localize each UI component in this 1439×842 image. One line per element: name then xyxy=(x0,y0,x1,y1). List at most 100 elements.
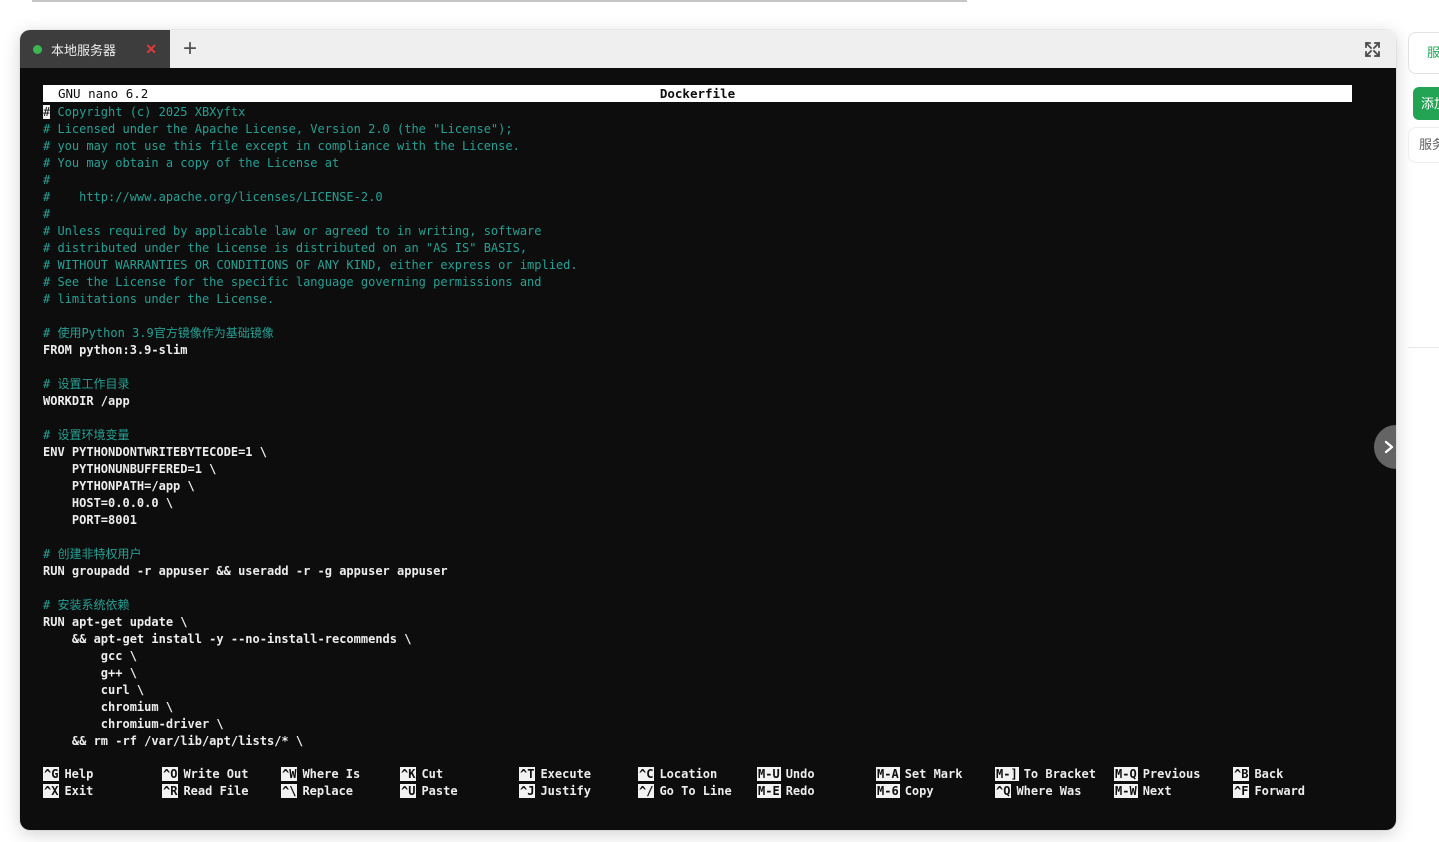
shortcut-label: Replace xyxy=(302,784,353,798)
shortcut-label: Undo xyxy=(786,767,815,781)
shortcut-column: ^W Where Is ^\Replace xyxy=(281,766,400,800)
shortcut-label: Go To Line xyxy=(659,784,731,798)
editor-line: WORKDIR /app xyxy=(43,393,1352,410)
terminal-screen[interactable]: GNU nano 6.2 Dockerfile # Copyright (c) … xyxy=(20,68,1396,830)
shortcut-key: ^F xyxy=(1233,784,1249,798)
shortcut-key: ^G xyxy=(43,767,59,781)
chevron-right-icon xyxy=(1381,439,1396,455)
nano-title-bar: GNU nano 6.2 Dockerfile xyxy=(43,85,1352,102)
editor-line: # http://www.apache.org/licenses/LICENSE… xyxy=(43,189,1352,206)
shortcut-execute[interactable]: ^TExecute xyxy=(519,766,638,783)
shortcut-next[interactable]: M-W Next xyxy=(1114,783,1233,800)
tab-label: 本地服务器 xyxy=(51,40,136,59)
shortcut-copy[interactable]: M-6Copy xyxy=(876,783,995,800)
side-panel-divider xyxy=(1408,347,1439,348)
top-divider xyxy=(32,0,967,2)
add-service-button[interactable]: 添加 xyxy=(1413,87,1439,120)
shortcut-forward[interactable]: ^F Forward xyxy=(1233,783,1352,800)
shortcut-column: ^K Cut ^U Paste xyxy=(400,766,519,800)
shortcut-back[interactable]: ^BBack xyxy=(1233,766,1352,783)
editor-line: ENV PYTHONDONTWRITEBYTECODE=1 \ xyxy=(43,444,1352,461)
shortcut-key: M-Q xyxy=(1114,767,1138,781)
editor-line: chromium \ xyxy=(43,699,1352,716)
shortcut-label: Where Is xyxy=(302,767,360,781)
shortcut-go-to-line[interactable]: ^/Go To Line xyxy=(638,783,757,800)
shortcut-label: Read File xyxy=(183,784,248,798)
shortcut-label: Write Out xyxy=(183,767,248,781)
editor-line: HOST=0.0.0.0 \ xyxy=(43,495,1352,512)
shortcut-set-mark[interactable]: M-ASet Mark xyxy=(876,766,995,783)
expand-side-panel-button[interactable] xyxy=(1374,425,1396,469)
shortcut-label: Back xyxy=(1254,767,1283,781)
editor-line: # xyxy=(43,206,1352,223)
nano-filename: Dockerfile xyxy=(43,85,1352,102)
shortcut-column: ^TExecute^JJustify xyxy=(519,766,638,800)
shortcut-key: ^C xyxy=(638,767,654,781)
shortcut-where-is[interactable]: ^W Where Is xyxy=(281,766,400,783)
editor-line: PORT=8001 xyxy=(43,512,1352,529)
shortcut-location[interactable]: ^CLocation xyxy=(638,766,757,783)
shortcut-cut[interactable]: ^K Cut xyxy=(400,766,519,783)
fullscreen-expand-icon xyxy=(1363,40,1382,59)
shortcut-bar: ^G Help ^XExit^OWrite Out^R Read File ^W Wher… xyxy=(43,766,1352,800)
editor-line: g++ \ xyxy=(43,665,1352,682)
editor-line: # Unless required by applicable law or a… xyxy=(43,223,1352,240)
shortcut-undo[interactable]: M-U Undo xyxy=(757,766,876,783)
tab-local-server[interactable]: 本地服务器 ✕ xyxy=(20,30,170,68)
shortcut-key: ^X xyxy=(43,784,59,798)
shortcut-column: ^CLocation^/Go To Line xyxy=(638,766,757,800)
editor-line: # Licensed under the Apache License, Ver… xyxy=(43,121,1352,138)
editor-line xyxy=(43,580,1352,597)
shortcut-label: To Bracket xyxy=(1024,767,1096,781)
shortcut-label: Paste xyxy=(421,784,457,798)
text-cursor: # xyxy=(43,105,50,119)
shortcut-write-out[interactable]: ^OWrite Out xyxy=(162,766,281,783)
shortcut-key: M-U xyxy=(757,767,781,781)
shortcut-label: Next xyxy=(1143,784,1172,798)
new-tab-button[interactable]: + xyxy=(170,30,210,68)
shortcut-redo[interactable]: M-ERedo xyxy=(757,783,876,800)
editor-line: # See the License for the specific langu… xyxy=(43,274,1352,291)
editor-line: # distributed under the License is distr… xyxy=(43,240,1352,257)
editor-line xyxy=(43,359,1352,376)
editor-line: PYTHONUNBUFFERED=1 \ xyxy=(43,461,1352,478)
shortcut-exit[interactable]: ^XExit xyxy=(43,783,162,800)
shortcut-label: Help xyxy=(64,767,93,781)
shortcut-key: ^R xyxy=(162,784,178,798)
editor-line: && apt-get install -y --no-install-recom… xyxy=(43,631,1352,648)
service-list-button[interactable]: 服务 xyxy=(1408,127,1439,163)
shortcut-read-file[interactable]: ^R Read File xyxy=(162,783,281,800)
shortcut-column: M-ASet MarkM-6Copy xyxy=(876,766,995,800)
shortcut-key: M-W xyxy=(1114,784,1138,798)
shortcut-label: Cut xyxy=(421,767,443,781)
shortcut-key: ^W xyxy=(281,767,297,781)
fullscreen-button[interactable] xyxy=(1363,30,1382,68)
shortcut-label: Forward xyxy=(1254,784,1305,798)
shortcut-key: ^K xyxy=(400,767,416,781)
shortcut-column: ^G Help ^XExit xyxy=(43,766,162,800)
editor-line: RUN apt-get update \ xyxy=(43,614,1352,631)
shortcut-to-bracket[interactable]: M-] To Bracket xyxy=(995,766,1114,783)
shortcut-justify[interactable]: ^JJustify xyxy=(519,783,638,800)
editor-line: # 设置工作目录 xyxy=(43,376,1352,393)
shortcut-key: ^U xyxy=(400,784,416,798)
shortcut-label: Where Was xyxy=(1016,784,1081,798)
shortcut-label: Previous xyxy=(1143,767,1201,781)
editor-line: # 安装系统依赖 xyxy=(43,597,1352,614)
shortcut-replace[interactable]: ^\Replace xyxy=(281,783,400,800)
shortcut-help[interactable]: ^G Help xyxy=(43,766,162,783)
service-restart-button[interactable]: 服 xyxy=(1408,32,1439,74)
shortcut-paste[interactable]: ^U Paste xyxy=(400,783,519,800)
editor-line: && rm -rf /var/lib/apt/lists/* \ xyxy=(43,733,1352,750)
editor-content[interactable]: # Copyright (c) 2025 XBXyftx# Licensed u… xyxy=(43,104,1352,750)
shortcut-label: Redo xyxy=(786,784,815,798)
shortcut-column: M-] To Bracket ^QWhere Was xyxy=(995,766,1114,800)
close-tab-icon[interactable]: ✕ xyxy=(145,42,157,56)
shortcut-column: ^OWrite Out^R Read File xyxy=(162,766,281,800)
shortcut-previous[interactable]: M-Q Previous xyxy=(1114,766,1233,783)
shortcut-label: Copy xyxy=(905,784,934,798)
shortcut-where-was[interactable]: ^QWhere Was xyxy=(995,783,1114,800)
shortcut-label: Set Mark xyxy=(905,767,963,781)
editor-line: gcc \ xyxy=(43,648,1352,665)
shortcut-key: M-] xyxy=(995,767,1019,781)
